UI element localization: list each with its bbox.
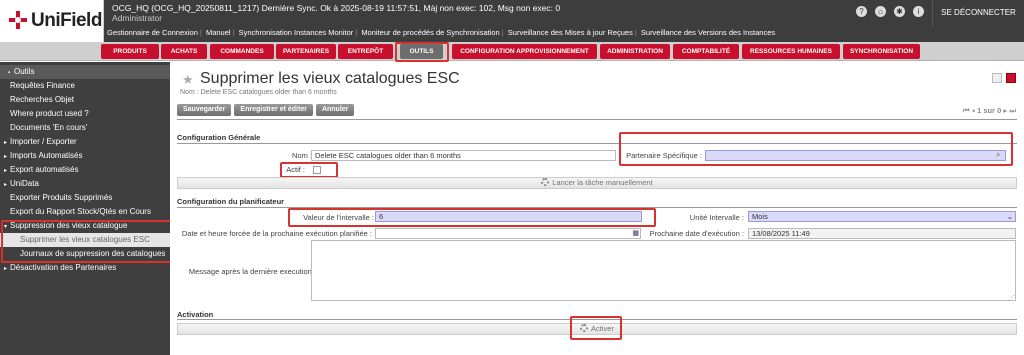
link-updates[interactable]: Surveillance des Mises à jour Reçues <box>508 28 633 37</box>
form-buttons: Sauvegarder Enregistrer et éditer Annule… <box>177 104 355 116</box>
sidebar-item-imports-auto[interactable]: ▸ Imports Automatisés <box>0 149 170 163</box>
name-label: Nom : <box>291 151 312 160</box>
save-button[interactable]: Sauvegarder <box>177 104 232 116</box>
highlight-interval <box>288 208 656 227</box>
sidebar-item-recherches-objet[interactable]: Recherches Objet <box>0 93 170 107</box>
menu-comptabilite[interactable]: COMPTABILITÉ <box>673 44 739 59</box>
link-versions[interactable]: Surveillance des Versions des Instances <box>641 28 775 37</box>
name-field[interactable]: Delete ESC catalogues older than 6 month… <box>311 150 616 161</box>
highlight-actif <box>280 162 338 178</box>
gear-icon[interactable]: ✱ <box>894 6 905 17</box>
calendar-icon: ▦ <box>632 230 639 237</box>
list-view-icon[interactable] <box>992 73 1002 83</box>
cancel-button[interactable]: Annuler <box>315 104 355 116</box>
resize-handle-icon[interactable]: ⋰ <box>1008 294 1015 302</box>
menu-ressources-humaines[interactable]: RESSOURCES HUMAINES <box>742 44 840 59</box>
menu-achats[interactable]: ACHATS <box>161 44 207 59</box>
section-activation: Activation <box>177 310 214 319</box>
main-menu: PRODUITS ACHATS COMMANDES PARTENAIRES EN… <box>0 42 1024 61</box>
link-sync-monitor[interactable]: Synchronisation Instances Monitor <box>239 28 354 37</box>
highlight-outils <box>395 42 449 62</box>
logout-button[interactable]: SE DÉCONNECTER <box>932 0 1024 26</box>
pager: ⏮ ◂ 1 sur 0 ▸ ⏭ <box>962 106 1016 115</box>
view-switch <box>992 73 1016 83</box>
save-edit-button[interactable]: Enregistrer et éditer <box>234 104 313 116</box>
sync-status: OCG_HQ (OCG_HQ_20250811_1217) Dernière S… <box>112 3 561 13</box>
sidebar-item-produits-supprimes[interactable]: Exporter Produits Supprimés <box>0 191 170 205</box>
menu-partenaires[interactable]: PARTENAIRES <box>276 44 336 59</box>
unifield-logo[interactable]: UniField <box>0 0 104 42</box>
logo-icon <box>9 11 27 29</box>
highlight-sidebar <box>1 220 172 263</box>
current-user: Administrator <box>112 13 163 23</box>
link-manuel[interactable]: Manuel <box>206 28 231 37</box>
next-date-label: Prochaine date d'exécution : <box>649 229 744 238</box>
page-title: Supprimer les vieux catalogues ESC <box>200 70 460 87</box>
info-icon[interactable]: i <box>913 6 924 17</box>
sidebar-item-documents[interactable]: Documents 'En cours' <box>0 121 170 135</box>
form-view-icon[interactable] <box>1006 73 1016 83</box>
brand-name: UniField <box>31 10 102 31</box>
main-content: ★ Supprimer les vieux catalogues ESC Nom… <box>170 62 1024 355</box>
message-textarea[interactable] <box>311 240 1016 301</box>
sidebar-head[interactable]: ▪ Outils <box>0 65 170 79</box>
message-label: Message après la dernière execution : <box>188 267 316 276</box>
sidebar-item-rapport-stock[interactable]: Export du Rapport Stock/Qtés en Cours <box>0 205 170 219</box>
menu-administration[interactable]: ADMINISTRATION <box>600 44 670 59</box>
sidebar: ▪ Outils Requêtes Finance Recherches Obje… <box>0 62 170 355</box>
unit-label: Unité Intervalle : <box>689 213 744 222</box>
section-general: Configuration Générale <box>177 133 261 142</box>
home-icon[interactable]: ⌂ <box>875 6 886 17</box>
menu-entrepot[interactable]: ENTREPÔT <box>338 44 393 59</box>
star-icon[interactable]: ★ <box>182 72 194 88</box>
top-bar: UniField OCG_HQ (OCG_HQ_20250811_1217) D… <box>0 0 1024 42</box>
sidebar-item-requetes-finance[interactable]: Requêtes Finance <box>0 79 170 93</box>
highlight-activate <box>570 316 622 340</box>
chevron-down-icon: ⌄ <box>1006 212 1013 221</box>
database-info: OCG_HQ (OCG_HQ_20250811_1217) Dernière S… <box>112 3 560 23</box>
section-scheduler: Configuration du planificateur <box>177 197 285 206</box>
launch-task-button[interactable]: Lancer la tâche manuellement <box>177 177 1017 189</box>
link-connexion[interactable]: Gestionnaire de Connexion <box>107 28 198 37</box>
highlight-partner <box>619 132 1013 166</box>
top-links: Gestionnaire de Connexion | Manuel | Synch… <box>107 28 776 37</box>
sidebar-item-where-used[interactable]: Where product used ? <box>0 107 170 121</box>
top-icons: ? ⌂ ✱ i <box>856 6 924 17</box>
menu-synchronisation[interactable]: SYNCHRONISATION <box>843 44 920 59</box>
divider <box>177 119 1017 120</box>
sidebar-item-desactivation[interactable]: ▸ Désactivation des Partenaires <box>0 261 170 275</box>
sidebar-item-importer-exporter[interactable]: ▸ Importer / Exporter <box>0 135 170 149</box>
forced-date-field[interactable]: ▦ <box>375 228 641 239</box>
unit-select[interactable]: Mois ⌄ <box>748 211 1016 222</box>
menu-commandes[interactable]: COMMANDES <box>210 44 274 59</box>
menu-produits[interactable]: PRODUITS <box>101 44 159 59</box>
page-subtitle: Nom : Delete ESC catalogues older than 6… <box>180 89 337 96</box>
sidebar-item-export-auto[interactable]: ▸ Export automatisés <box>0 163 170 177</box>
sidebar-item-unidata[interactable]: ▸ UniData <box>0 177 170 191</box>
gear-icon <box>541 178 550 186</box>
next-date-field: 13/08/2025 11:49 <box>748 228 1016 239</box>
menu-config-appro[interactable]: CONFIGURATION APPROVISIONNEMENT <box>452 44 597 59</box>
help-icon[interactable]: ? <box>856 6 867 17</box>
link-sync-process[interactable]: Moniteur de procédés de Synchronisation <box>361 28 499 37</box>
forced-date-label: Date et heure forcée de la prochaine exé… <box>181 229 372 238</box>
